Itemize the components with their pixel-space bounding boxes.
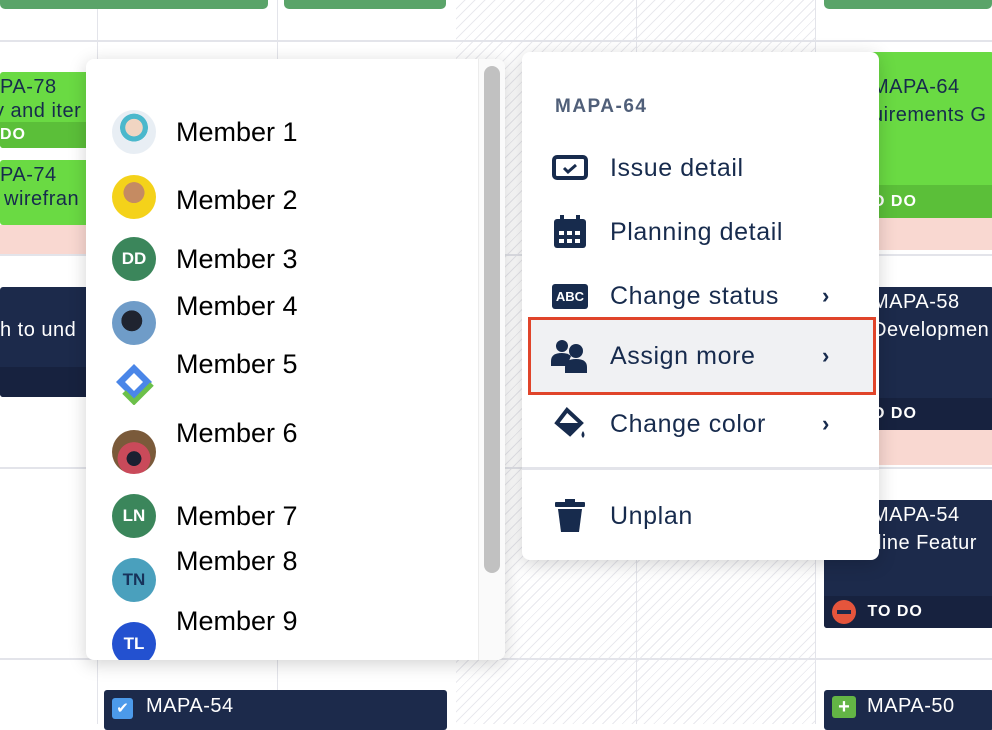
issue-bar[interactable]	[824, 0, 992, 9]
issue-card[interactable]: PA-74 wirefran	[0, 160, 90, 225]
task-icon: ✔	[112, 698, 133, 719]
menu-divider	[522, 467, 879, 470]
abc-icon: ABC	[550, 276, 590, 316]
avatar: TN	[112, 558, 156, 602]
paint-bucket-icon	[550, 404, 590, 444]
grid-line	[0, 40, 992, 42]
trash-icon	[550, 496, 590, 536]
menu-item-issue-detail[interactable]: Issue detail	[522, 136, 879, 200]
issue-card[interactable]: ✔ MAPA-54	[104, 690, 447, 730]
chevron-right-icon: ›	[822, 343, 830, 368]
scrollbar-thumb[interactable]	[484, 66, 500, 573]
logo-icon	[112, 361, 156, 405]
avatar	[112, 301, 156, 345]
member-item[interactable]: Member 1	[112, 110, 298, 154]
member-item[interactable]: LN Member 7	[112, 494, 298, 538]
member-item[interactable]: TN Member 8	[112, 546, 298, 602]
member-item[interactable]: DD Member 3	[112, 237, 298, 281]
chevron-right-icon: ›	[822, 283, 830, 308]
issue-card[interactable]: h to und	[0, 287, 90, 397]
menu-item-unplan[interactable]: Unplan	[522, 484, 879, 548]
menu-item-assign-more[interactable]: Assign more ›	[528, 317, 876, 395]
blocker-icon	[832, 599, 856, 624]
assign-member-list: Member 1 Member 2 DD Member 3 Member 4 Me…	[86, 59, 505, 660]
calendar-icon	[550, 212, 590, 252]
avatar	[112, 175, 156, 219]
story-icon: +	[832, 696, 856, 718]
member-item[interactable]: Member 6	[112, 418, 298, 474]
overdue-band	[0, 225, 90, 254]
issue-card-icon	[550, 148, 590, 188]
avatar	[112, 110, 156, 154]
issue-bar[interactable]	[284, 0, 446, 9]
member-item[interactable]: Member 4	[112, 291, 298, 345]
issue-card[interactable]: PA-78 y and iter DO	[0, 72, 90, 148]
member-item[interactable]: Member 5	[112, 349, 298, 405]
context-menu: MAPA-64 Issue detail Planning detail ABC…	[522, 52, 879, 560]
chevron-right-icon: ›	[822, 411, 830, 436]
scrollbar[interactable]	[478, 59, 505, 660]
menu-item-planning-detail[interactable]: Planning detail	[522, 200, 879, 264]
avatar: DD	[112, 237, 156, 281]
avatar: TL	[112, 622, 156, 660]
avatar: LN	[112, 494, 156, 538]
member-item[interactable]: TL Member 9	[112, 606, 298, 660]
status-badge: DO	[0, 122, 90, 148]
menu-item-change-status[interactable]: ABC Change status ›	[522, 264, 879, 328]
menu-item-change-color[interactable]: Change color ›	[522, 392, 879, 456]
users-icon	[550, 336, 590, 376]
issue-card[interactable]: + MAPA-50	[824, 690, 992, 730]
issue-bar[interactable]	[0, 0, 268, 9]
member-item[interactable]: Member 2	[112, 175, 298, 219]
avatar	[112, 430, 156, 474]
menu-title: MAPA-64	[555, 96, 648, 117]
